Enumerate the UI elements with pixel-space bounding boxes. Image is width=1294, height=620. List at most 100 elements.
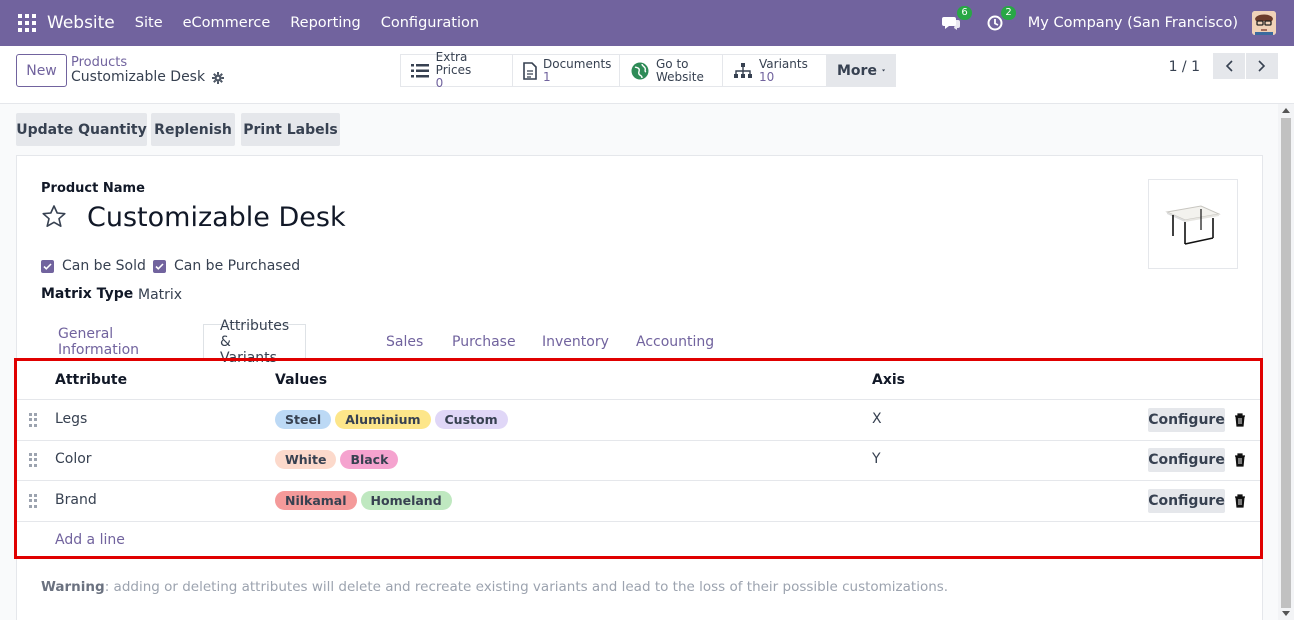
tab-attributes-variants[interactable]: Attributes & Variants <box>203 318 307 366</box>
more-label: More <box>837 62 877 79</box>
drag-handle-icon[interactable] <box>29 453 37 467</box>
pager-next-button[interactable] <box>1246 53 1278 79</box>
value-tag: Nilkamal <box>275 491 357 510</box>
globe-icon <box>630 61 650 81</box>
values-cell[interactable]: White Black <box>275 450 402 469</box>
extra-prices-button[interactable]: Extra Prices 0 <box>401 51 513 90</box>
documents-button[interactable]: Documents 1 <box>513 55 620 86</box>
trash-icon[interactable] <box>1234 453 1246 467</box>
configure-button[interactable]: Configure <box>1148 448 1225 472</box>
pager-value[interactable]: 1 / 1 <box>1169 59 1200 75</box>
control-panel: New Products Customizable Desk Extra Pri… <box>0 46 1294 104</box>
chevron-right-icon <box>1258 60 1266 72</box>
new-button[interactable]: New <box>16 54 67 87</box>
company-switcher[interactable]: My Company (San Francisco) <box>1028 15 1238 31</box>
breadcrumb-current: Customizable Desk <box>71 69 225 85</box>
trash-icon[interactable] <box>1234 494 1246 508</box>
app-name[interactable]: Website <box>47 13 115 33</box>
tab-purchase[interactable]: Purchase <box>452 324 516 360</box>
product-image[interactable] <box>1148 179 1238 269</box>
tab-inventory[interactable]: Inventory <box>542 324 609 360</box>
sitemap-icon <box>733 61 753 81</box>
add-a-line-link[interactable]: Add a line <box>55 532 125 548</box>
go-to-website-label: Website <box>656 69 704 84</box>
extra-prices-label: Extra Prices <box>435 50 472 77</box>
matrix-type-label: Matrix Type <box>41 286 134 302</box>
attribute-cell[interactable]: Legs <box>55 411 87 427</box>
replenish-button[interactable]: Replenish <box>151 113 235 146</box>
variants-button[interactable]: Variants 10 <box>723 55 827 86</box>
menu-ecommerce[interactable]: eCommerce <box>183 15 271 31</box>
column-axis[interactable]: Axis <box>872 372 905 388</box>
drag-handle-icon[interactable] <box>29 494 37 508</box>
tab-general-information[interactable]: General Information <box>58 324 139 360</box>
column-values[interactable]: Values <box>275 372 327 388</box>
column-attribute[interactable]: Attribute <box>55 372 127 388</box>
attribute-cell[interactable]: Color <box>55 451 92 467</box>
trash-icon[interactable] <box>1234 413 1246 427</box>
more-dropdown-button[interactable]: More <box>827 55 895 86</box>
value-tag: Homeland <box>360 491 452 510</box>
table-row[interactable]: Color White Black Y Configure <box>16 440 1261 481</box>
update-quantity-button[interactable]: Update Quantity <box>16 113 147 146</box>
apps-menu-icon[interactable] <box>18 14 36 32</box>
menu-reporting[interactable]: Reporting <box>290 15 361 31</box>
drag-handle-icon[interactable] <box>29 413 37 427</box>
attribute-cell[interactable]: Brand <box>55 492 97 508</box>
print-labels-button[interactable]: Print Labels <box>241 113 340 146</box>
tab-accounting[interactable]: Accounting <box>636 324 714 360</box>
page-scrollbar[interactable] <box>1278 104 1294 620</box>
product-name-label: Product Name <box>41 181 145 196</box>
extra-prices-value: 0 <box>435 76 444 90</box>
activities-button[interactable]: 2 <box>984 6 1016 34</box>
scrollbar-thumb[interactable] <box>1281 118 1291 608</box>
scroll-down-icon[interactable] <box>1282 611 1290 616</box>
breadcrumb: Products Customizable Desk <box>71 55 225 85</box>
checkbox-checked-icon <box>41 259 54 273</box>
value-tag: White <box>275 450 337 469</box>
configure-button[interactable]: Configure <box>1148 489 1225 513</box>
breadcrumb-products-link[interactable]: Products <box>71 55 224 70</box>
scroll-up-icon[interactable] <box>1282 108 1290 113</box>
document-icon <box>523 61 537 81</box>
pager-previous-button[interactable] <box>1213 53 1245 79</box>
menu-site[interactable]: Site <box>135 15 163 31</box>
tab-sales[interactable]: Sales <box>386 324 423 360</box>
can-be-purchased-checkbox[interactable]: Can be Purchased <box>153 258 300 274</box>
value-tag: Custom <box>434 410 508 429</box>
variants-warning: Warning: adding or deleting attributes w… <box>41 579 948 595</box>
list-icon <box>411 61 430 81</box>
axis-cell[interactable]: Y <box>872 451 881 467</box>
favorite-star-icon[interactable] <box>41 204 67 230</box>
desk-image-icon <box>1165 205 1221 245</box>
value-tag: Black <box>340 450 399 469</box>
matrix-type-field[interactable]: Matrix <box>138 287 182 303</box>
documents-value: 1 <box>543 69 551 84</box>
user-avatar[interactable] <box>1252 11 1276 35</box>
warning-label: Warning <box>41 579 105 595</box>
table-row[interactable]: Brand Nilkamal Homeland Configure <box>16 481 1261 522</box>
warning-text: : adding or deleting attributes will del… <box>104 579 949 595</box>
table-header: Attribute Values Axis <box>16 360 1261 400</box>
messages-button[interactable]: 6 <box>940 6 972 34</box>
clock-icon <box>987 15 1003 31</box>
messages-count-badge: 6 <box>957 6 972 20</box>
can-be-sold-checkbox[interactable]: Can be Sold <box>41 258 146 274</box>
activities-count-badge: 2 <box>1001 6 1016 20</box>
checkbox-checked-icon <box>153 259 166 273</box>
values-cell[interactable]: Nilkamal Homeland <box>275 491 456 510</box>
configure-button[interactable]: Configure <box>1148 408 1225 432</box>
can-be-sold-label: Can be Sold <box>62 258 146 274</box>
variants-value: 10 <box>759 69 775 84</box>
value-tag: Aluminium <box>335 410 431 429</box>
values-cell[interactable]: Steel Aluminium Custom <box>275 410 512 429</box>
breadcrumb-current-label: Customizable Desk <box>71 69 206 85</box>
table-row[interactable]: Legs Steel Aluminium Custom X Configure <box>16 400 1261 441</box>
caret-down-icon <box>881 69 885 72</box>
menu-configuration[interactable]: Configuration <box>381 15 479 31</box>
axis-cell[interactable]: X <box>872 411 882 427</box>
go-to-website-button[interactable]: Go to Website <box>620 55 723 86</box>
gear-icon[interactable] <box>212 71 225 84</box>
product-name-field[interactable]: Customizable Desk <box>87 202 346 233</box>
go-to-label: Go to <box>656 56 689 71</box>
